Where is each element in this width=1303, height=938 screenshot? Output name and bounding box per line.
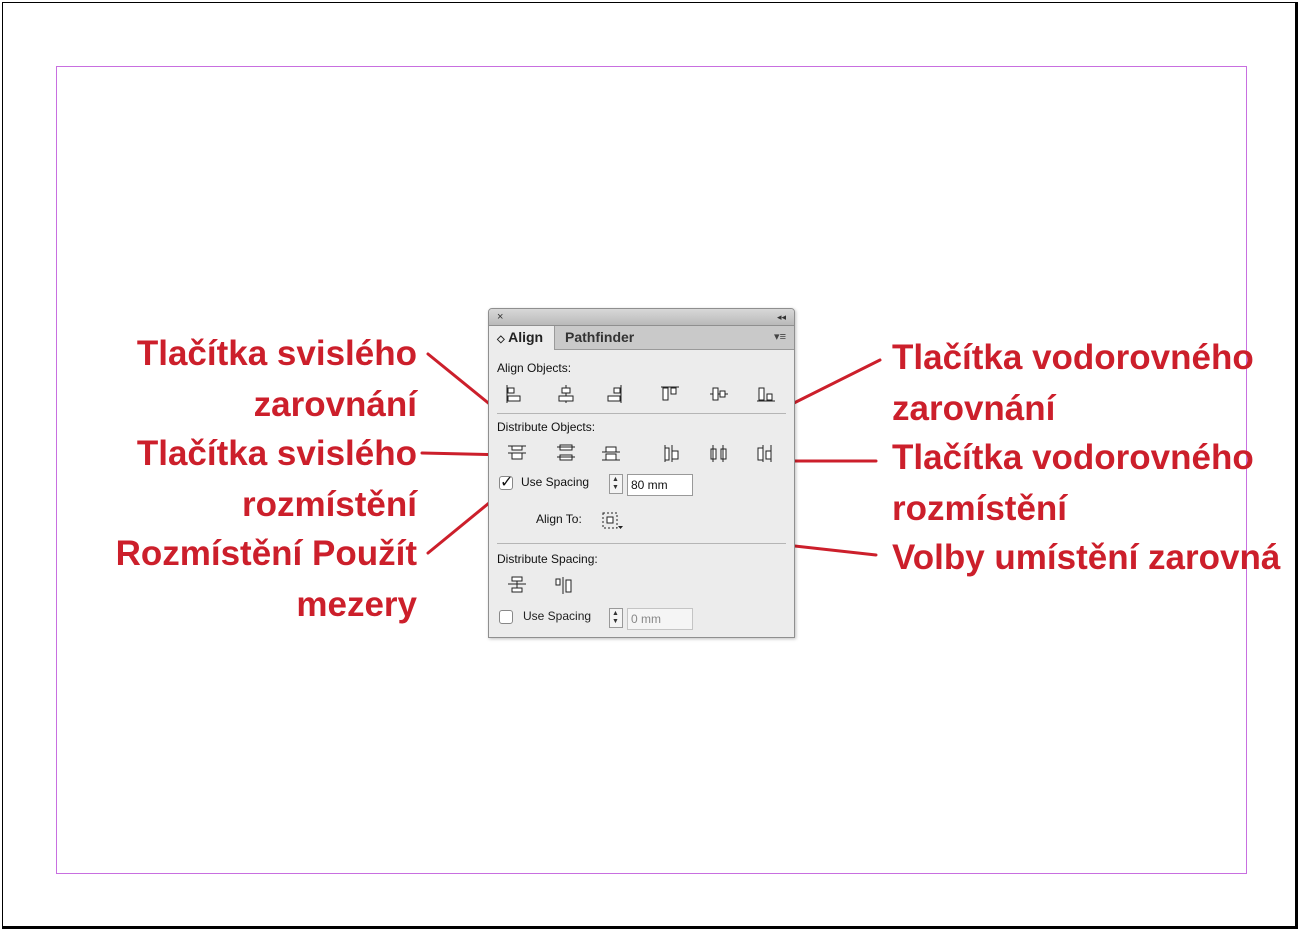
distribute-horizontal-space-icon[interactable] (553, 574, 575, 596)
distribute-bottom-edges-icon[interactable] (600, 442, 622, 464)
tab-pathfinder[interactable]: Pathfinder (557, 326, 642, 349)
callout-horizontal-distribute: Tlačítka vodorovného rozmístění (892, 432, 1254, 534)
use-spacing-2-field[interactable]: 0 mm (627, 608, 693, 630)
callout-horizontal-align: Tlačítka vodorovného zarovnání (892, 332, 1254, 434)
align-vertical-centers-icon[interactable] (708, 383, 730, 405)
use-spacing-2-stepper[interactable]: ▲ ▼ (609, 608, 623, 628)
panel-menu-icon[interactable]: ▾≡ (774, 326, 786, 349)
callout-line: Tlačítka vodorovného (892, 338, 1254, 377)
divider (497, 543, 786, 544)
use-spacing-stepper[interactable]: ▲ ▼ (609, 474, 623, 494)
leader-vertical-align (426, 352, 494, 408)
use-spacing-field[interactable]: 80 mm (627, 474, 693, 496)
align-bottom-edges-icon[interactable] (755, 383, 777, 405)
arrow-down-icon[interactable]: ▼ (612, 484, 619, 492)
leader-horizontal-align (778, 358, 882, 412)
callout-line: rozmístění (892, 489, 1068, 528)
use-spacing-label: Use Spacing (521, 475, 590, 489)
tab-align[interactable]: ◇ Align (489, 326, 555, 350)
distribute-vertical-space-icon[interactable] (506, 574, 528, 596)
callout-line: Tlačítka svislého (136, 334, 417, 373)
use-spacing-2-label: Use Spacing (523, 609, 592, 623)
distribute-objects-label: Distribute Objects: (497, 420, 596, 434)
align-to-selection-icon[interactable] (601, 510, 623, 532)
checkmark-icon: ✓ (500, 474, 514, 491)
callout-distribute-spacing: Rozmístění Použít mezery (116, 528, 417, 630)
tab-bar: ◇ Align Pathfinder ▾≡ (489, 326, 794, 350)
callout-line: Tlačítka vodorovného (892, 438, 1254, 477)
divider (497, 413, 786, 414)
callout-align-to-options: Volby umístění zarovná (892, 532, 1298, 583)
distribute-spacing-label: Distribute Spacing: (497, 552, 598, 566)
callout-line: zarovnání (892, 389, 1056, 428)
arrow-down-icon[interactable]: ▼ (612, 618, 619, 626)
use-spacing-checkbox[interactable]: ✓ (499, 474, 513, 491)
distribute-vertical-centers-icon[interactable] (555, 442, 577, 464)
callout-line: mezery (296, 585, 417, 624)
distribute-top-edges-icon[interactable] (506, 442, 528, 464)
tab-label: Align (508, 329, 544, 345)
distribute-right-edges-icon[interactable] (754, 442, 776, 464)
tab-label: Pathfinder (565, 329, 635, 345)
callout-line: Volby umístění zarovná (892, 538, 1281, 577)
align-right-edges-icon[interactable] (602, 383, 624, 405)
callout-vertical-align: Tlačítka svislého zarovnání (137, 328, 417, 430)
callout-vertical-distribute: Tlačítka svislého rozmístění (137, 428, 417, 530)
align-left-edges-icon[interactable] (504, 383, 526, 405)
arrow-up-icon[interactable]: ▲ (612, 610, 619, 618)
align-horizontal-centers-icon[interactable] (555, 383, 577, 405)
callout-line: Rozmístění Použít (115, 534, 417, 573)
panel-titlebar[interactable]: × ◂◂ (489, 309, 794, 326)
arrow-up-icon[interactable]: ▲ (612, 476, 619, 484)
align-top-edges-icon[interactable] (659, 383, 681, 405)
tab-toggle-icon: ◇ (497, 334, 505, 345)
distribute-horizontal-centers-icon[interactable] (708, 442, 730, 464)
callout-line: Tlačítka svislého (136, 434, 417, 473)
use-spacing-2-checkbox[interactable] (499, 610, 513, 624)
align-to-label: Align To: (536, 512, 582, 526)
callout-line: rozmístění (241, 485, 417, 524)
align-panel: × ◂◂ ◇ Align Pathfinder ▾≡ Align Objects… (488, 308, 795, 638)
distribute-left-edges-icon[interactable] (661, 442, 683, 464)
collapse-icon[interactable]: ◂◂ (777, 309, 786, 325)
close-icon[interactable]: × (497, 309, 503, 325)
callout-line: zarovnání (253, 385, 417, 424)
align-objects-label: Align Objects: (497, 361, 572, 375)
